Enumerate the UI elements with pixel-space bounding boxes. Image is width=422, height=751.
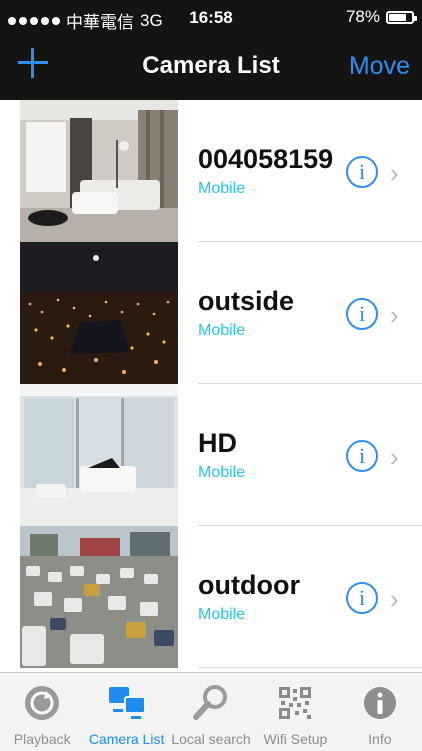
- info-icon[interactable]: i: [346, 582, 378, 614]
- camera-row[interactable]: 004058159 Mobile i ›: [0, 100, 422, 242]
- camera-type: Mobile: [198, 464, 246, 481]
- camera-name: HD: [198, 428, 237, 458]
- search-icon: [191, 683, 231, 723]
- tab-camera-list[interactable]: Camera List: [84, 673, 168, 751]
- white-room-image: [20, 384, 178, 526]
- move-button[interactable]: Move: [349, 52, 410, 81]
- tab-playback[interactable]: Playback: [0, 673, 84, 751]
- status-bar: 中華電信 3G 16:58 78%: [0, 0, 422, 36]
- qr-code-icon: [275, 683, 315, 723]
- row-divider: [198, 667, 422, 668]
- tab-label: Info: [368, 731, 392, 747]
- tab-local-search[interactable]: Local search: [169, 673, 253, 751]
- camera-type: Mobile: [198, 180, 246, 197]
- camera-list-icon: [107, 683, 147, 723]
- camera-row[interactable]: outside Mobile i ›: [0, 242, 422, 384]
- camera-type: Mobile: [198, 322, 246, 339]
- chevron-right-icon: ›: [390, 442, 399, 472]
- camera-type: Mobile: [198, 606, 246, 623]
- navigation-bar: Camera List Move: [0, 36, 422, 100]
- info-icon[interactable]: i: [346, 440, 378, 472]
- playback-icon: [22, 683, 62, 723]
- info-icon: [360, 683, 400, 723]
- tab-label: Camera List: [88, 731, 165, 747]
- tab-info[interactable]: Info: [338, 673, 422, 751]
- info-icon[interactable]: i: [346, 156, 378, 188]
- tab-label: Playback: [13, 731, 71, 747]
- battery-percent: 78%: [345, 7, 380, 26]
- camera-name: 004058159: [198, 144, 334, 174]
- camera-row[interactable]: outdoor Mobile i ›: [0, 526, 422, 668]
- chevron-right-icon: ›: [390, 158, 399, 188]
- info-icon[interactable]: i: [346, 298, 378, 330]
- living-room-image: [20, 100, 178, 242]
- battery-icon: [386, 10, 417, 24]
- chevron-right-icon: ›: [390, 584, 399, 614]
- chevron-right-icon: ›: [390, 300, 399, 330]
- camera-list: 004058159 Mobile i › outside Mobile i › …: [0, 100, 422, 670]
- camera-name: outdoor: [198, 570, 300, 600]
- camera-name: outside: [198, 286, 295, 316]
- battery-info: 78%: [345, 7, 417, 27]
- night-city-image: [20, 242, 178, 384]
- traffic-image: [20, 526, 178, 668]
- camera-row[interactable]: HD Mobile i ›: [0, 384, 422, 526]
- tab-label: Local search: [171, 731, 251, 747]
- tab-bar: Playback Camera List Local search Wifi S…: [0, 672, 422, 751]
- tab-label: Wifi Setup: [263, 731, 328, 747]
- tab-wifi-setup[interactable]: Wifi Setup: [253, 673, 337, 751]
